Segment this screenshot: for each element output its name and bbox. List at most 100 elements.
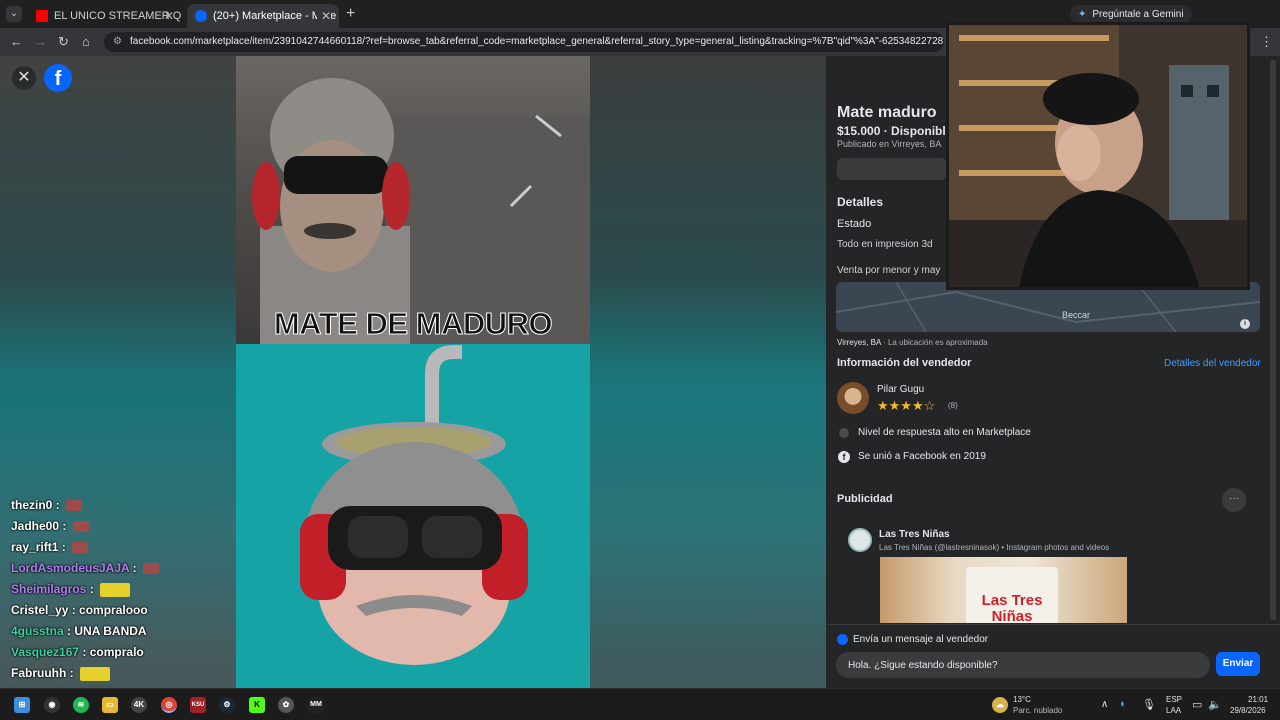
chat-separator: : <box>58 540 70 554</box>
chat-message: Vasquez167 : compralo <box>11 642 231 663</box>
network-icon[interactable]: ▭ <box>1192 698 1202 711</box>
home-icon[interactable]: ⌂ <box>82 34 90 49</box>
new-tab-button[interactable]: + <box>346 5 355 23</box>
action-button[interactable] <box>837 158 947 180</box>
forward-icon[interactable]: → <box>34 34 47 49</box>
facebook-icon: f <box>838 451 850 463</box>
message-label: Envía un mensaje al vendedor <box>853 634 989 645</box>
kick-icon[interactable]: K <box>249 697 265 713</box>
edge-tray-icon[interactable]: ◐ <box>1120 698 1127 710</box>
chat-emote-icon <box>80 666 110 681</box>
message-section: Envía un mensaje al vendedor Enviar <box>826 624 1280 688</box>
chat-separator: : <box>52 498 64 512</box>
chat-text: compralooo <box>79 603 148 617</box>
ksu-app-icon[interactable]: KSU <box>190 697 206 713</box>
clock-date[interactable]: 29/8/2026 <box>1230 706 1266 715</box>
condition-label: Estado <box>837 218 872 230</box>
chat-username[interactable]: Jadhe00 <box>11 519 59 533</box>
person-illustration <box>252 78 590 346</box>
tab-youtube[interactable]: EL UNICO STREAMER QUE ME H ✕ <box>28 4 182 28</box>
spotify-icon[interactable]: ≋ <box>73 697 89 713</box>
chat-separator: : <box>79 645 90 659</box>
chat-username[interactable]: thezin0 <box>11 498 52 512</box>
chat-username[interactable]: Fabruuhh <box>11 666 66 680</box>
chat-username[interactable]: 4gusstna <box>11 624 64 638</box>
advertiser-name[interactable]: Las Tres Niñas <box>879 529 950 540</box>
photo-person <box>236 56 590 346</box>
tab-search-button[interactable]: ⌄ <box>6 6 22 22</box>
chat-separator: : <box>129 561 140 575</box>
ad-menu-button[interactable]: ··· <box>1222 488 1246 512</box>
volume-icon[interactable]: 🔈 <box>1208 698 1222 711</box>
tray-expand-icon[interactable]: ∧ <box>1101 699 1108 710</box>
back-icon[interactable]: ← <box>10 34 23 49</box>
panel-scrollbar[interactable] <box>1270 60 1276 620</box>
ad-image[interactable]: Las Tres Niñas <box>880 557 1127 623</box>
file-explorer-icon[interactable]: ▭ <box>102 697 118 713</box>
chat-message: Jadhe00 : <box>11 516 231 537</box>
windows-start-icon[interactable]: ⊞ <box>14 697 30 713</box>
chrome-icon[interactable]: ◎ <box>161 697 177 713</box>
chat-message: LordAsmodeusJAJA : <box>11 558 231 579</box>
address-bar[interactable]: ⚙ facebook.com/marketplace/item/23910427… <box>104 32 944 52</box>
chat-username[interactable]: ray_rift1 <box>11 540 58 554</box>
seller-heading: Información del vendedor <box>837 357 972 369</box>
chat-separator: : <box>66 666 77 680</box>
site-info-icon[interactable]: ⚙ <box>113 36 122 47</box>
location-note: · La ubicación es aproximada <box>880 338 988 347</box>
chat-emote-icon <box>100 582 131 597</box>
messenger-icon <box>837 634 848 645</box>
blurred-background <box>590 56 826 688</box>
chat-username[interactable]: LordAsmodeusJAJA <box>11 561 129 575</box>
listing-photo: MATE DE MADURO <box>236 56 590 688</box>
windows-taskbar: ⊞ ◉ ≋ ▭ 4K ◎ KSU ⚙ K ✿ MM ☁ 13°C Parc. n… <box>0 688 1280 720</box>
webcam-feed <box>949 25 1247 287</box>
ad-product-text: Las Tres Niñas <box>981 592 1043 624</box>
advertiser-avatar[interactable] <box>848 528 872 552</box>
chat-emote-icon <box>142 563 159 575</box>
ad-subtitle: Las Tres Niñas (@lastresninasok) • Insta… <box>879 543 1110 552</box>
chat-username[interactable]: Vasquez167 <box>11 645 79 659</box>
browser-menu-icon[interactable]: ⋮ <box>1260 34 1273 50</box>
tab-title: EL UNICO STREAMER QUE ME H <box>54 10 182 22</box>
weather-icon[interactable]: ☁ <box>992 697 1008 713</box>
weather-temp: 13°C <box>1013 695 1031 704</box>
close-tab-icon[interactable]: ✕ <box>316 9 331 23</box>
message-input[interactable] <box>836 652 1210 678</box>
chat-text: UNA BANDA <box>74 624 147 638</box>
close-tab-icon[interactable]: ✕ <box>164 9 174 23</box>
mm-app-icon[interactable]: MM <box>308 697 324 713</box>
send-button[interactable]: Enviar <box>1216 652 1260 676</box>
chat-message: ray_rift1 : <box>11 537 231 558</box>
seller-avatar[interactable] <box>837 382 869 414</box>
steam-icon[interactable]: ⚙ <box>219 697 235 713</box>
chat-emote-icon <box>72 542 89 554</box>
tab-marketplace[interactable]: (20+) Marketplace - Mate madu ✕ <box>187 4 339 28</box>
chat-username[interactable]: Sheimilagros <box>11 582 86 596</box>
ad-heading: Publicidad <box>837 493 893 505</box>
facebook-logo[interactable]: f <box>44 64 72 92</box>
reload-icon[interactable]: ↻ <box>58 34 69 50</box>
seller-details-link[interactable]: Detalles del vendedor <box>1164 358 1261 369</box>
listing-description-more: Venta por menor y may <box>837 265 941 276</box>
language-top[interactable]: ESP <box>1166 695 1182 704</box>
clock-time[interactable]: 21:01 <box>1248 695 1268 704</box>
chat-message: 4gusstna : UNA BANDA <box>11 621 231 642</box>
listing-title: Mate maduro <box>837 104 937 121</box>
chat-message: thezin0 : <box>11 495 231 516</box>
obs-icon[interactable]: ◉ <box>44 697 60 713</box>
close-viewer-button[interactable]: ✕ <box>12 66 36 90</box>
language-bottom[interactable]: LAA <box>1166 706 1181 715</box>
chat-separator: : <box>63 624 75 638</box>
seller-name[interactable]: Pilar Gugu <box>877 384 924 395</box>
info-icon[interactable]: i <box>1240 319 1250 329</box>
gemini-button[interactable]: ✦ Pregúntale a Gemini <box>1070 5 1192 23</box>
settings-icon[interactable]: ✿ <box>278 697 294 713</box>
mic-icon[interactable]: 🎙 <box>1142 698 1156 711</box>
youtube-icon <box>36 10 48 22</box>
chat-message: Sheimilagros : <box>11 579 231 600</box>
4k-app-icon[interactable]: 4K <box>131 697 147 713</box>
chat-username[interactable]: Cristel_yy <box>11 603 68 617</box>
location-line: Virreyes, BA · La ubicación es aproximad… <box>837 338 988 347</box>
gemini-icon: ✦ <box>1078 8 1087 20</box>
